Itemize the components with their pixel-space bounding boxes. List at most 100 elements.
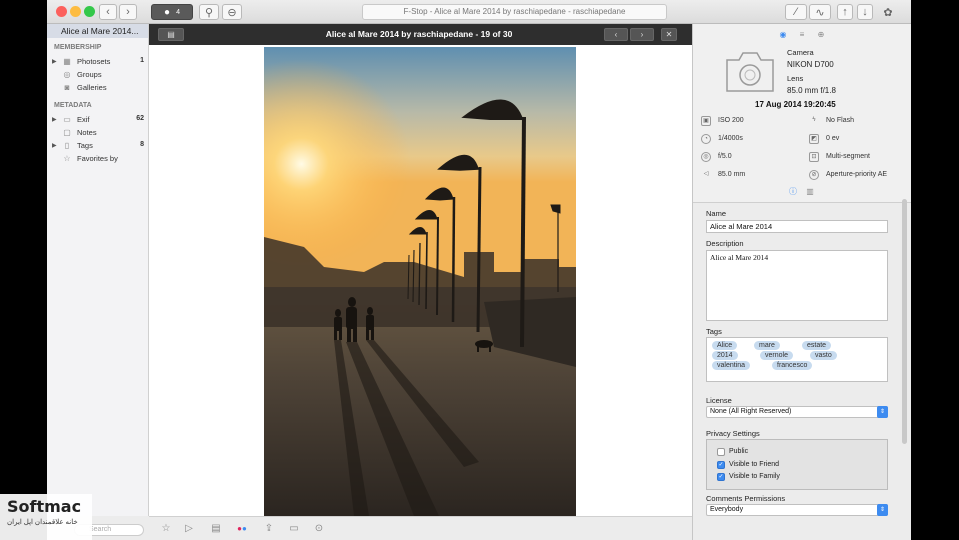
tags-field[interactable]: Alice mare estate 2014 vernole vasto val… <box>706 337 888 382</box>
groups-icon: ◎ <box>63 70 71 79</box>
close-viewer-button[interactable]: ✕ <box>661 28 677 41</box>
previous-photo-button[interactable]: ‹ <box>604 28 628 41</box>
pulse-icon: ∿ <box>815 6 825 19</box>
tag-chip[interactable]: mare <box>754 341 780 350</box>
forward-button[interactable]: › <box>119 4 137 20</box>
disclosure-arrow-icon[interactable]: ▶ <box>52 142 57 149</box>
star-icon[interactable]: ☆ <box>159 522 173 536</box>
activity-button[interactable]: ∿ <box>809 4 831 20</box>
sidebar-item-tags[interactable]: ▶ ▯ Tags 8 <box>47 140 148 153</box>
tag-chip[interactable]: francesco <box>772 361 813 370</box>
checkmark-icon: ✓ <box>717 461 725 469</box>
description-textarea[interactable]: Alice al Mare 2014 <box>706 250 888 321</box>
aperture-icon: ◎ <box>701 152 711 162</box>
privacy-label: Privacy Settings <box>706 429 760 438</box>
checkmark-icon: ✓ <box>717 473 725 481</box>
globe-tab-icon[interactable]: ⊕ <box>816 30 826 40</box>
pen-icon: ⁄ <box>795 6 797 18</box>
settings-button[interactable]: ✿ <box>879 4 897 20</box>
watermark-brand: Softmac <box>7 497 82 516</box>
download-button[interactable]: ↓ <box>857 4 873 20</box>
camera-icon <box>726 52 774 92</box>
info-panel-icon[interactable]: ▤ <box>209 522 223 536</box>
camera-model: NIKON D700 <box>787 60 834 69</box>
mode-icon: ⊘ <box>809 170 819 180</box>
filmstrip-icon: ▤ <box>167 30 175 39</box>
license-select[interactable]: None (All Right Reserved) ⇕ <box>706 406 888 418</box>
star-icon: ☆ <box>63 154 71 163</box>
sidebar-item-label: Favorites by <box>77 154 118 163</box>
share-icon[interactable]: ⇪ <box>262 522 276 536</box>
disclosure-arrow-icon[interactable]: ▶ <box>52 116 57 123</box>
histogram-subtab-icon[interactable]: ▥ <box>805 187 815 197</box>
viewer-toolbar: ☆ ▷ ▤ ●● ⇪ ▭ ⊙ <box>149 516 692 540</box>
sidebar-item-label: Photosets <box>77 57 111 66</box>
edit-button[interactable]: ⁄ <box>785 4 807 20</box>
sidebar-item-favorites[interactable]: ☆ Favorites by <box>47 153 148 166</box>
chevron-right-icon: › <box>640 30 644 39</box>
close-window-button[interactable] <box>56 6 67 17</box>
flash-icon: ϟ <box>812 117 816 123</box>
shutter-icon: ◔ <box>701 134 711 144</box>
inspector-scrollbar[interactable] <box>902 199 907 444</box>
photo-canvas <box>149 45 692 516</box>
account-button[interactable]: ● 4 <box>151 4 193 20</box>
filmstrip-button[interactable]: ▤ <box>158 28 184 41</box>
tag-chip[interactable]: vasto <box>810 351 837 360</box>
sidebar-item-exif[interactable]: ▶ ▭ Exif 62 <box>47 114 148 127</box>
search-button[interactable]: ⚲ <box>199 4 219 20</box>
upload-icon: ↑ <box>842 6 848 18</box>
sidebar-item-photosets[interactable]: ▶ ▦ Photosets 1 <box>47 56 148 69</box>
tag-chip[interactable]: vernole <box>760 351 793 360</box>
comments-select[interactable]: Everybody ⇕ <box>706 504 888 516</box>
license-label: License <box>706 396 732 405</box>
next-photo-button[interactable]: › <box>630 28 654 41</box>
tag-chip[interactable]: estate <box>802 341 832 350</box>
camera-tab-icon[interactable]: ◉ <box>778 30 788 40</box>
sidebar-item-label: Groups <box>77 70 102 79</box>
disclosure-arrow-icon[interactable]: ▶ <box>52 58 57 65</box>
download-icon[interactable]: ⊙ <box>312 522 326 536</box>
play-icon[interactable]: ▷ <box>182 522 196 536</box>
name-input[interactable]: Alice al Mare 2014 <box>706 220 888 233</box>
account-badge-count: 4 <box>176 8 180 16</box>
checkbox-icon <box>717 448 725 456</box>
exif-icon: ▭ <box>63 115 71 124</box>
sidebar-item-count: 62 <box>136 115 144 122</box>
tag-chip[interactable]: valentina <box>712 361 751 370</box>
sidebar-item-count: 1 <box>140 57 144 64</box>
sidebar-item-galleries[interactable]: ◙ Galleries <box>47 82 148 95</box>
selected-album[interactable]: Alice al Mare 2014... <box>47 24 148 38</box>
chevron-down-icon: ⇕ <box>877 406 888 418</box>
info-subtab-icon[interactable]: ⓘ <box>788 187 798 197</box>
membership-header: MEMBERSHIP <box>54 44 102 51</box>
flickr-icon[interactable]: ●● <box>235 522 249 536</box>
sidebar-item-groups[interactable]: ◎ Groups <box>47 69 148 82</box>
user-icon: ● <box>164 6 171 18</box>
chevron-left-icon: ‹ <box>106 6 110 18</box>
sidebar-item-notes[interactable]: ▢ Notes <box>47 127 148 140</box>
search-icon: ⚲ <box>204 6 214 19</box>
upload-button[interactable]: ↑ <box>837 4 853 20</box>
watermark-tagline: خانه علاقمندان اپل ایران <box>7 519 78 526</box>
license-value: None (All Right Reserved) <box>710 408 792 415</box>
capture-date: 17 Aug 2014 19:20:45 <box>755 100 836 109</box>
notes-icon[interactable]: ▭ <box>287 522 301 536</box>
notes-icon: ▢ <box>63 128 71 137</box>
chevron-down-icon: ⇕ <box>877 504 888 516</box>
zoom-search-button[interactable]: ⊖ <box>222 4 242 20</box>
inspector-panel: ◉ ≡ ⊕ Camera NIKON D700 Lens 85.0 mm f/1… <box>692 24 911 540</box>
tags-label: Tags <box>706 327 722 336</box>
zoom-window-button[interactable] <box>84 6 95 17</box>
tag-icon: ▯ <box>64 141 70 150</box>
minimize-window-button[interactable] <box>70 6 81 17</box>
back-button[interactable]: ‹ <box>99 4 117 20</box>
close-icon: ✕ <box>665 30 673 39</box>
download-icon: ↓ <box>862 6 868 18</box>
tag-chip[interactable]: 2014 <box>712 351 738 360</box>
photo[interactable] <box>264 47 576 516</box>
tag-chip[interactable]: Alice <box>712 341 738 350</box>
details-tab-icon[interactable]: ≡ <box>797 30 807 40</box>
seaside-sunset-photo <box>264 47 576 516</box>
camera-label: Camera <box>787 48 814 57</box>
